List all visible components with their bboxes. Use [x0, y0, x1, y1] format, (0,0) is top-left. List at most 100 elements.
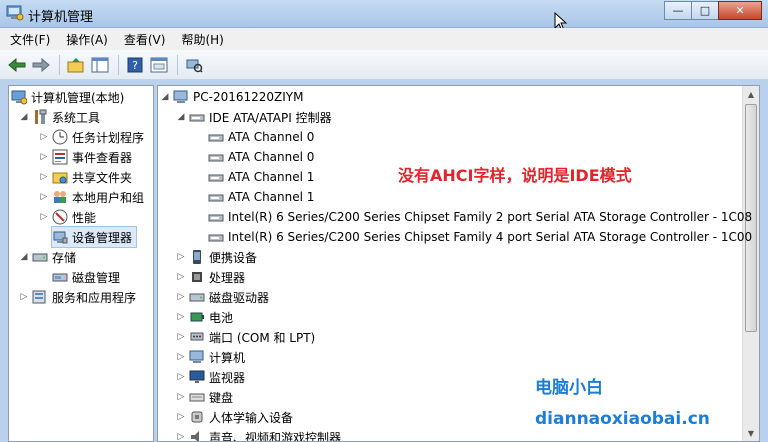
toolbar: ? [0, 50, 768, 80]
sound-icon [191, 431, 199, 441]
back-button[interactable] [6, 54, 28, 76]
storage-icon [32, 253, 48, 262]
event-viewer-icon [52, 149, 68, 165]
minimize-button[interactable]: — [664, 1, 692, 20]
expand-arrow-icon[interactable]: ▷ [39, 152, 49, 162]
expand-arrow-icon[interactable]: ▷ [176, 272, 186, 282]
hid-icon [191, 411, 203, 423]
properties-button[interactable] [148, 54, 170, 76]
expand-arrow-icon[interactable]: ▷ [176, 432, 186, 441]
tree-item-task-scheduler[interactable]: ▷ 任务计划程序 [39, 127, 144, 147]
tree-item-local-users[interactable]: ▷ 本地用户和组 [39, 187, 144, 207]
port-icon [190, 332, 204, 341]
device-category-item[interactable]: ▷ 监视器 [176, 367, 245, 387]
scroll-up-arrow[interactable]: ▲ [743, 86, 759, 102]
device-category-item[interactable]: ▷ 键盘 [176, 387, 233, 407]
expand-arrow-icon[interactable]: ▷ [39, 192, 49, 202]
menu-file[interactable]: 文件(F) [10, 31, 50, 48]
menu-bar: 文件(F) 操作(A) 查看(V) 帮助(H) [0, 28, 768, 50]
expand-arrow-icon[interactable]: ▷ [39, 172, 49, 182]
menu-action[interactable]: 操作(A) [66, 31, 108, 48]
window-title: 计算机管理 [28, 10, 94, 25]
expand-arrow-icon[interactable]: ▷ [176, 332, 186, 342]
help-icon: ? [127, 57, 143, 72]
performance-icon [52, 209, 68, 225]
device-root[interactable]: ◢ PC-20161220ZIYM [160, 87, 304, 107]
device-label: 端口 (COM 和 LPT) [209, 330, 316, 345]
ide-device-item[interactable]: ATA Channel 0 [208, 127, 314, 147]
scroll-down-arrow[interactable]: ▼ [743, 425, 759, 441]
computer-icon [189, 350, 204, 363]
forward-button[interactable] [30, 54, 52, 76]
up-level-button[interactable] [65, 54, 87, 76]
tree-item-storage[interactable]: ◢ 存储 [19, 247, 76, 267]
expand-arrow-icon[interactable]: ▷ [19, 292, 29, 302]
device-label: 磁盘驱动器 [209, 290, 270, 305]
ide-device-item[interactable]: Intel(R) 6 Series/C200 Series Chipset Fa… [208, 227, 752, 247]
device-category-item[interactable]: ▷ 处理器 [176, 267, 245, 287]
tree-label: 存储 [52, 250, 77, 265]
disk-drive-icon [189, 293, 205, 302]
expand-arrow-icon[interactable]: ▷ [176, 312, 186, 322]
collapse-arrow-icon[interactable]: ◢ [19, 252, 29, 262]
device-label: PC-20161220ZIYM [193, 90, 304, 104]
device-category-item[interactable]: ▷ 磁盘驱动器 [176, 287, 269, 307]
expand-arrow-icon[interactable]: ▷ [176, 292, 186, 302]
show-hide-console-tree-button[interactable] [89, 54, 111, 76]
tree-item-performance[interactable]: ▷ 性能 [39, 207, 96, 227]
ide-device-item[interactable]: ATA Channel 0 [208, 147, 314, 167]
device-category-ide[interactable]: ◢ IDE ATA/ATAPI 控制器 [176, 107, 332, 127]
device-label: 计算机 [209, 350, 246, 365]
device-category-item[interactable]: ▷ 计算机 [176, 347, 245, 367]
device-label: 处理器 [209, 270, 246, 285]
properties-icon [150, 57, 168, 72]
collapse-arrow-icon[interactable]: ◢ [19, 112, 29, 122]
device-category-item[interactable]: ▷ 声音、视频和游戏控制器 [176, 427, 341, 441]
ide-device-item[interactable]: ATA Channel 1 [208, 187, 314, 207]
tree-item-services[interactable]: ▷ 服务和应用程序 [19, 287, 136, 307]
device-label: ATA Channel 1 [228, 190, 315, 204]
tree-label: 计算机管理(本地) [31, 90, 125, 105]
expand-arrow-icon[interactable]: ▷ [176, 372, 186, 382]
ide-channel-icon [208, 194, 224, 202]
tree-item-root[interactable]: 计算机管理(本地) [11, 87, 124, 107]
expand-arrow-icon[interactable]: ▷ [176, 252, 186, 262]
maximize-button[interactable]: □ [691, 1, 719, 20]
tree-item-device-manager[interactable]: 设备管理器 [50, 226, 138, 248]
menu-help[interactable]: 帮助(H) [181, 31, 223, 48]
device-category-item[interactable]: ▷ 人体学输入设备 [176, 407, 293, 427]
tree-label: 任务计划程序 [72, 130, 145, 145]
device-category-item[interactable]: ▷ 端口 (COM 和 LPT) [176, 327, 316, 347]
tree-item-event-viewer[interactable]: ▷ 事件查看器 [39, 147, 132, 167]
collapse-arrow-icon[interactable]: ◢ [160, 92, 170, 102]
battery-icon [190, 312, 204, 322]
expand-arrow-icon[interactable]: ▷ [176, 352, 186, 362]
device-label: 便携设备 [209, 250, 258, 265]
tree-item-shared-folders[interactable]: ▷ 共享文件夹 [39, 167, 132, 187]
tree-item-system-tools[interactable]: ◢ 系统工具 [19, 107, 100, 127]
forward-arrow-icon [32, 57, 50, 72]
device-label: ATA Channel 1 [228, 170, 315, 184]
device-category-item[interactable]: ▷ 便携设备 [176, 247, 257, 267]
collapse-arrow-icon[interactable]: ◢ [176, 112, 186, 122]
vertical-scrollbar[interactable]: ▲ ▼ [742, 86, 759, 441]
expand-arrow-icon[interactable]: ▷ [39, 212, 49, 222]
menu-view[interactable]: 查看(V) [124, 31, 166, 48]
expand-arrow-icon[interactable]: ▷ [176, 412, 186, 422]
close-button[interactable]: ✕ [718, 1, 762, 20]
device-label: IDE ATA/ATAPI 控制器 [209, 110, 332, 125]
computer-management-icon [11, 90, 27, 105]
expand-arrow-icon[interactable]: ▷ [176, 392, 186, 402]
device-label: Intel(R) 6 Series/C200 Series Chipset Fa… [228, 230, 753, 244]
scan-hardware-button[interactable] [183, 54, 205, 76]
services-icon [32, 290, 46, 304]
disk-management-icon [52, 273, 68, 282]
help-button[interactable]: ? [124, 54, 146, 76]
device-category-item[interactable]: ▷ 电池 [176, 307, 233, 327]
ide-device-item[interactable]: Intel(R) 6 Series/C200 Series Chipset Fa… [208, 207, 752, 227]
svg-text:?: ? [132, 59, 138, 72]
ide-device-item[interactable]: ATA Channel 1 [208, 167, 314, 187]
expand-arrow-icon[interactable]: ▷ [39, 132, 49, 142]
tree-item-disk-management[interactable]: 磁盘管理 [52, 267, 120, 287]
watermark-en: diannaoxiaobai.cn [535, 409, 710, 429]
